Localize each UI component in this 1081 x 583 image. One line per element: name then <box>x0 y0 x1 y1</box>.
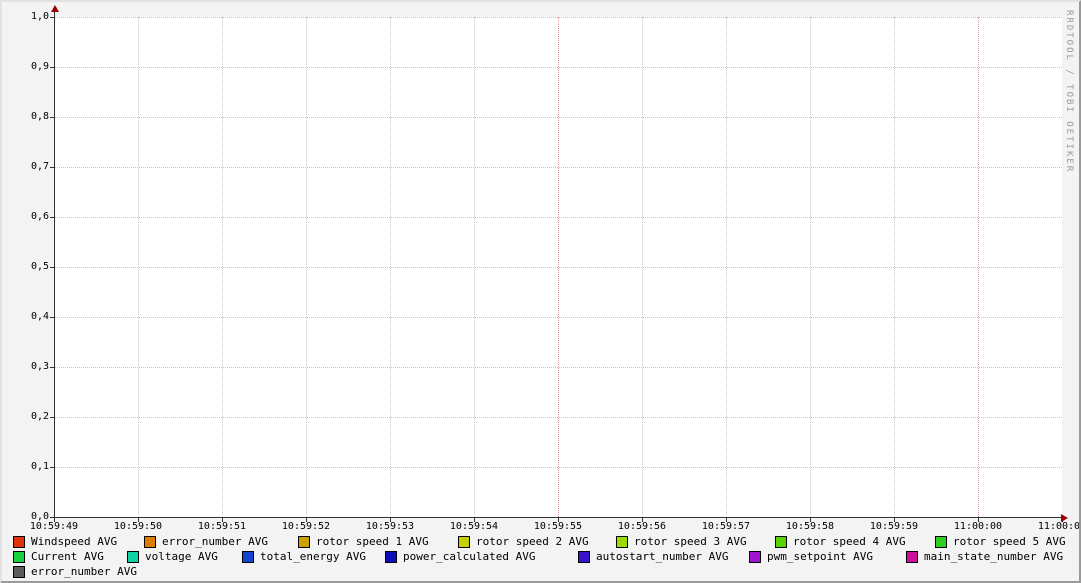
legend-row: Windspeed AVG error_number AVG rotor speed… <box>2 535 1079 549</box>
legend-label: Windspeed AVG <box>31 535 117 549</box>
legend-swatch <box>749 551 761 563</box>
legend-label: Current AVG <box>31 550 104 564</box>
legend-swatch <box>458 536 470 548</box>
legend-row: Current AVG voltage AVG total_energy AVG po… <box>2 550 1079 564</box>
x-axis-label: 10:59:49 <box>24 521 84 533</box>
x-axis-label: 10:59:57 <box>696 521 756 533</box>
legend-item: rotor speed 1 AVG <box>298 535 429 549</box>
legend-label: rotor speed 3 AVG <box>634 535 747 549</box>
legend-item: error_number AVG <box>13 565 137 579</box>
gridline-vertical <box>978 17 979 517</box>
x-axis-label: 10:59:51 <box>192 521 252 533</box>
legend-label: rotor speed 2 AVG <box>476 535 589 549</box>
gridline-vertical <box>474 17 475 517</box>
legend-label: rotor speed 5 AVG <box>953 535 1066 549</box>
gridline-vertical <box>138 17 139 517</box>
legend-swatch <box>13 551 25 563</box>
y-axis-line <box>54 12 55 518</box>
y-axis-arrow-icon <box>51 5 59 12</box>
legend-swatch <box>144 536 156 548</box>
legend-label: error_number AVG <box>31 565 137 579</box>
y-axis-label: 1,0 <box>2 11 49 23</box>
legend-item: rotor speed 2 AVG <box>458 535 589 549</box>
legend-label: pwm_setpoint AVG <box>767 550 873 564</box>
legend-item: autostart_number AVG <box>578 550 728 564</box>
y-axis-label: 0,6 <box>2 211 49 223</box>
legend-item: Windspeed AVG <box>13 535 117 549</box>
x-axis-label: 10:59:53 <box>360 521 420 533</box>
legend-item: rotor speed 5 AVG <box>935 535 1066 549</box>
legend-item: rotor speed 4 AVG <box>775 535 906 549</box>
legend-swatch <box>616 536 628 548</box>
x-axis-label: 11:00:01 <box>1032 521 1081 533</box>
y-axis-label: 0,5 <box>2 261 49 273</box>
legend-row: error_number AVG <box>2 565 1079 579</box>
legend-label: error_number AVG <box>162 535 268 549</box>
x-axis-arrow-icon <box>1061 514 1068 522</box>
legend-item: power_calculated AVG <box>385 550 535 564</box>
x-axis-label: 11:00:00 <box>948 521 1008 533</box>
legend-label: autostart_number AVG <box>596 550 728 564</box>
y-axis-label: 0,3 <box>2 361 49 373</box>
legend-swatch <box>242 551 254 563</box>
gridline-vertical <box>222 17 223 517</box>
legend-label: rotor speed 4 AVG <box>793 535 906 549</box>
legend-label: main_state_number AVG <box>924 550 1063 564</box>
y-axis-label: 0,9 <box>2 61 49 73</box>
rrdtool-graph: RRDTOOL / TOBI OETIKER 1,0 0,9 0,8 0,7 0,6 0,… <box>0 0 1081 583</box>
gridline-vertical <box>642 17 643 517</box>
legend-swatch <box>775 536 787 548</box>
legend-swatch <box>13 566 25 578</box>
watermark: RRDTOOL / TOBI OETIKER <box>1064 10 1074 173</box>
gridline-vertical <box>810 17 811 517</box>
legend-label: total_energy AVG <box>260 550 366 564</box>
gridline-vertical <box>306 17 307 517</box>
legend-item: voltage AVG <box>127 550 218 564</box>
legend-swatch <box>298 536 310 548</box>
x-axis-line <box>54 517 1066 518</box>
legend-swatch <box>906 551 918 563</box>
x-axis-label: 10:59:50 <box>108 521 168 533</box>
gridline-vertical <box>390 17 391 517</box>
x-axis-label: 10:59:58 <box>780 521 840 533</box>
legend-swatch <box>127 551 139 563</box>
y-axis-label: 0,8 <box>2 111 49 123</box>
legend-item: pwm_setpoint AVG <box>749 550 873 564</box>
legend-swatch <box>935 536 947 548</box>
gridline-vertical <box>894 17 895 517</box>
x-axis-label: 10:59:54 <box>444 521 504 533</box>
legend-item: rotor speed 3 AVG <box>616 535 747 549</box>
legend-item: Current AVG <box>13 550 104 564</box>
gridline-vertical <box>558 17 559 517</box>
legend-label: power_calculated AVG <box>403 550 535 564</box>
y-axis-label: 0,4 <box>2 311 49 323</box>
legend-label: rotor speed 1 AVG <box>316 535 429 549</box>
x-axis-label: 10:59:56 <box>612 521 672 533</box>
legend-swatch <box>385 551 397 563</box>
legend-item: main_state_number AVG <box>906 550 1063 564</box>
x-axis-label: 10:59:55 <box>528 521 588 533</box>
x-axis-label: 10:59:52 <box>276 521 336 533</box>
legend-item: total_energy AVG <box>242 550 366 564</box>
y-axis-label: 0,1 <box>2 461 49 473</box>
x-axis-label: 10:59:59 <box>864 521 924 533</box>
gridline-vertical <box>726 17 727 517</box>
legend-item: error_number AVG <box>144 535 268 549</box>
y-axis-label: 0,7 <box>2 161 49 173</box>
y-axis-label: 0,2 <box>2 411 49 423</box>
legend-label: voltage AVG <box>145 550 218 564</box>
legend-swatch <box>13 536 25 548</box>
legend-swatch <box>578 551 590 563</box>
